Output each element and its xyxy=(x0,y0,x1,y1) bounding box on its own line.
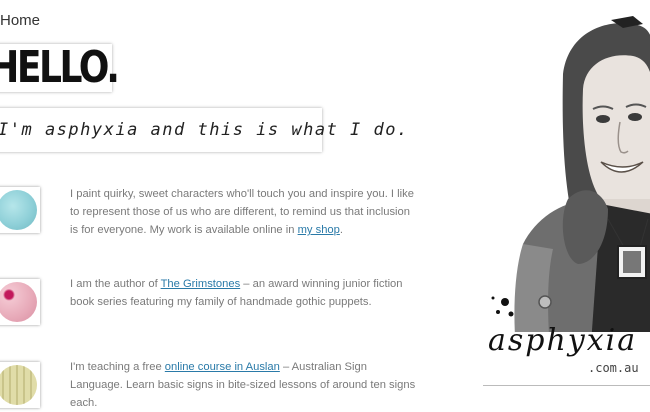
breadcrumb[interactable]: Home xyxy=(0,12,40,29)
sign-language-thumbnail[interactable] xyxy=(0,362,40,408)
painting-thumbnail[interactable] xyxy=(0,187,40,233)
painting-description-end: . xyxy=(339,224,343,236)
sign-language-thumbnail-image xyxy=(0,365,37,405)
photo-divider xyxy=(483,385,650,386)
auslan-course-link[interactable]: online course in Auslan xyxy=(165,361,280,373)
tagline-card: I'm asphyxia and this is what I do. xyxy=(0,108,407,152)
painting-thumbnail-image xyxy=(0,190,37,230)
puppet-thumbnail[interactable] xyxy=(0,279,40,325)
painting-description-text: I paint quirky, sweet characters who'll … xyxy=(70,188,414,236)
my-shop-link[interactable]: my shop xyxy=(298,224,340,236)
puppet-thumbnail-image xyxy=(0,282,37,322)
author-description-text: I am the author of xyxy=(70,278,161,290)
breadcrumb-home[interactable]: Home xyxy=(0,12,40,29)
auslan-description-text: I'm teaching a free xyxy=(70,361,165,373)
hello-heading: HELLO. xyxy=(0,42,120,93)
auslan-description: I'm teaching a free online course in Aus… xyxy=(70,358,420,412)
author-description: I am the author of The Grimstones – an a… xyxy=(70,275,420,311)
grimstones-link[interactable]: The Grimstones xyxy=(161,278,241,290)
tagline-text: I'm asphyxia and this is what I do. xyxy=(0,120,409,140)
logo-name: asphyxia xyxy=(488,323,638,358)
asphyxia-logo: asphyxia xyxy=(488,326,650,356)
hello-heading-card: HELLO. xyxy=(0,44,120,92)
painting-description: I paint quirky, sweet characters who'll … xyxy=(70,185,420,239)
logo-domain-wrap: .com.au xyxy=(588,359,650,375)
logo-domain: .com.au xyxy=(588,361,639,375)
